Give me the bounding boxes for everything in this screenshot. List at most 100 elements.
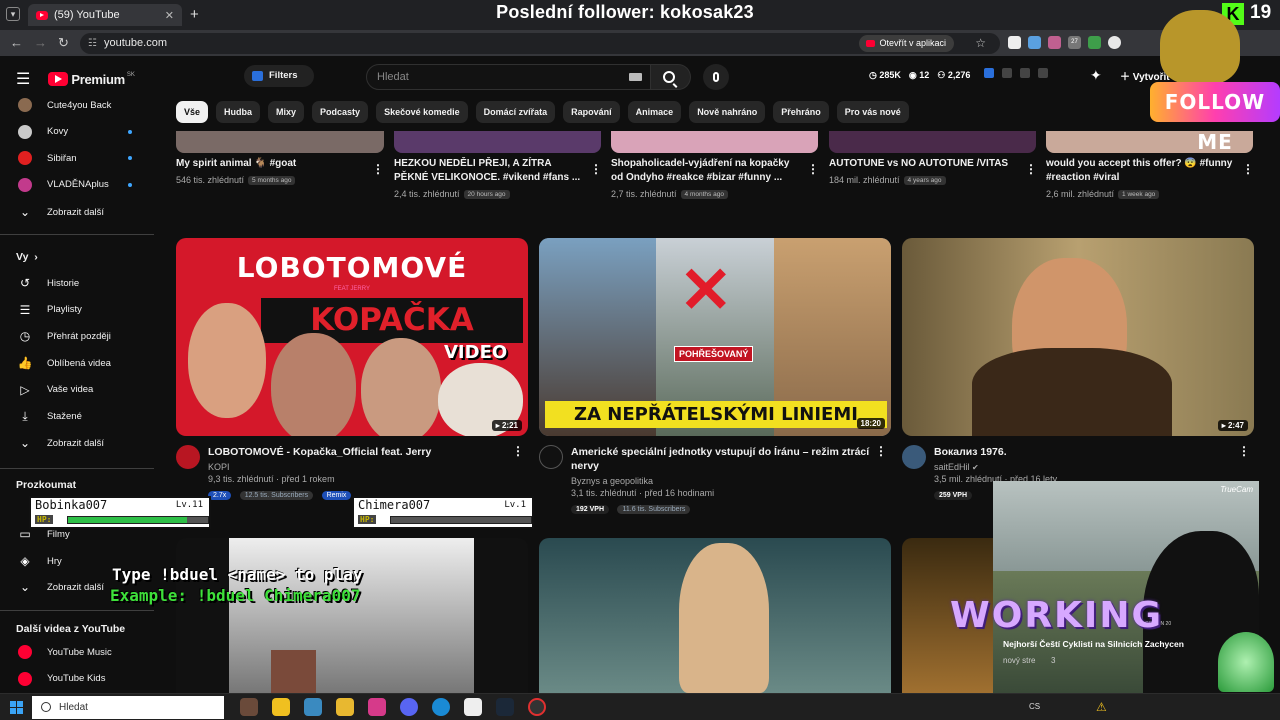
- instagram-icon[interactable]: [368, 698, 386, 716]
- video-title[interactable]: My spirit animal 🐐 #goat: [176, 157, 368, 171]
- video-title[interactable]: Вокализ 1976.: [934, 445, 1234, 459]
- chip-5[interactable]: Domácí zvířata: [475, 101, 556, 123]
- bulb-icon[interactable]: [1020, 68, 1030, 78]
- taskbar-search[interactable]: Hledat: [32, 696, 224, 719]
- forward-arrow-icon[interactable]: →: [34, 35, 47, 50]
- video-thumbnail[interactable]: LOBOTOMOVÉ FEAT JERRY KOPAČKA VIDEO ▸ 2:…: [176, 238, 528, 436]
- video-thumbnail[interactable]: [611, 131, 818, 153]
- chip-3[interactable]: Podcasty: [312, 101, 369, 123]
- video-card-top-row[interactable]: HEZKOU NEDĚLI PŘEJI, A ZÍTRA PĚKNÉ VELIK…: [394, 157, 586, 200]
- video-title[interactable]: HEZKOU NEDĚLI PŘEJI, A ZÍTRA PĚKNÉ VELIK…: [394, 157, 586, 185]
- video-card[interactable]: ✕ POHŘEŠOVANÝ ZA NEPŘÁTELSKÝMI LINIEMI 1…: [539, 238, 891, 514]
- chip-7[interactable]: Animace: [627, 101, 682, 123]
- more-actions-icon[interactable]: ⋮: [372, 162, 384, 176]
- sidebar-item-youtube-app[interactable]: YouTube Kids: [0, 666, 154, 692]
- sidebar-item-download[interactable]: ⤓ Stažené: [0, 404, 154, 430]
- capcut-icon[interactable]: [464, 698, 482, 716]
- chip-8[interactable]: Nově nahráno: [689, 101, 766, 123]
- more-actions-icon[interactable]: ⋮: [512, 444, 524, 458]
- obs-icon[interactable]: [528, 698, 546, 716]
- steam-icon[interactable]: [496, 698, 514, 716]
- video-thumbnail[interactable]: ▸ 2:47: [902, 238, 1254, 436]
- video-card-top-row[interactable]: would you accept this offer? 😨 #funny #r…: [1046, 157, 1238, 200]
- sidebar-show-more-subs[interactable]: ⌄ Zobrazit další: [0, 199, 154, 225]
- open-in-app-button[interactable]: Otevřít v aplikaci: [859, 35, 954, 52]
- chip-0[interactable]: Vše: [176, 101, 209, 123]
- video-title[interactable]: LOBOTOMOVÉ - Kopačka_Official feat. Jerr…: [208, 445, 508, 459]
- windows-start-icon[interactable]: [10, 701, 23, 714]
- video-title[interactable]: Shopaholicadel-vyjádření na kopačky od O…: [611, 157, 803, 185]
- taskbar-app-icon[interactable]: [240, 698, 258, 716]
- channel-avatar[interactable]: [176, 445, 200, 469]
- video-thumbnail[interactable]: [394, 131, 601, 153]
- sidebar-item-playlist[interactable]: ☰ Playlisty: [0, 297, 154, 323]
- extension-icon[interactable]: [1048, 36, 1061, 49]
- video-thumbnail[interactable]: ✕ POHŘEŠOVANÝ ZA NEPŘÁTELSKÝMI LINIEMI 1…: [539, 238, 891, 436]
- sidebar-subscription[interactable]: Sibiřan: [0, 145, 154, 171]
- channel-avatar[interactable]: [539, 445, 563, 469]
- video-card[interactable]: ▸ 2:47 Вокализ 1976. saitEdHil ✔ 3,5 mil…: [902, 238, 1254, 500]
- sidebar-subscription[interactable]: VLADĚNAplus: [0, 172, 154, 198]
- chip-9[interactable]: Přehráno: [773, 101, 829, 123]
- video-thumbnail[interactable]: [539, 538, 891, 693]
- chip-4[interactable]: Skečové komedie: [376, 101, 468, 123]
- chip-10[interactable]: Pro vás nové: [836, 101, 909, 123]
- sidebar-item-thumb-up[interactable]: 👍 Oblíbená videa: [0, 350, 154, 376]
- sidebar-item-clock[interactable]: ◷ Přehrát později: [0, 323, 154, 349]
- video-thumbnail[interactable]: [176, 538, 528, 693]
- address-bar[interactable]: ☷ youtube.com Otevřít v aplikaci ☆: [80, 33, 1000, 54]
- extension-icon[interactable]: [1028, 36, 1041, 49]
- sidebar-item-history[interactable]: ↺ Historie: [0, 270, 154, 296]
- extension-icon[interactable]: [1088, 36, 1101, 49]
- more-actions-icon[interactable]: ⋮: [590, 162, 602, 176]
- video-thumbnail[interactable]: [176, 131, 384, 153]
- extension-icon[interactable]: [1008, 36, 1021, 49]
- extension-badge-icon[interactable]: 27: [1068, 36, 1081, 49]
- chip-1[interactable]: Hudba: [216, 101, 261, 123]
- sidebar-subscription[interactable]: Cute4you Back: [0, 92, 154, 118]
- channel-name[interactable]: KOPI: [208, 462, 508, 472]
- video-title[interactable]: Americké speciální jednotky vstupují do …: [571, 445, 871, 473]
- warning-icon[interactable]: ⚠: [1096, 700, 1107, 714]
- discord-icon[interactable]: [400, 698, 418, 716]
- edge-icon[interactable]: [432, 698, 450, 716]
- folder-icon[interactable]: [336, 698, 354, 716]
- more-actions-icon[interactable]: ⋮: [875, 444, 887, 458]
- sidebar-item-video[interactable]: ▷ Vaše videa: [0, 377, 154, 403]
- gift-icon[interactable]: ✦: [1090, 67, 1102, 84]
- video-card-top-row[interactable]: My spirit animal 🐐 #goat 546 tis. zhlédnu…: [176, 157, 368, 186]
- bookmark-star-icon[interactable]: ☆: [975, 33, 986, 54]
- site-info-icon[interactable]: ☷: [88, 33, 97, 54]
- extension-icon[interactable]: [984, 68, 994, 78]
- keyboard-language[interactable]: CS: [1029, 702, 1040, 711]
- reload-icon[interactable]: ↻: [58, 35, 69, 51]
- sidebar-item-youtube-app[interactable]: YouTube Music: [0, 639, 154, 665]
- keyboard-icon[interactable]: [629, 73, 642, 81]
- sparkle-icon[interactable]: [1038, 68, 1048, 78]
- list-icon[interactable]: [1002, 68, 1012, 78]
- channel-name[interactable]: Byznys a geopolitika: [571, 476, 871, 486]
- chip-6[interactable]: Rapování: [563, 101, 620, 123]
- taskbar-app-icon[interactable]: [272, 698, 290, 716]
- filters-button[interactable]: Filters: [244, 65, 314, 87]
- video-card[interactable]: LOBOTOMOVÉ FEAT JERRY KOPAČKA VIDEO ▸ 2:…: [176, 238, 528, 500]
- voice-search-button[interactable]: [703, 64, 729, 90]
- video-card-top-row[interactable]: Shopaholicadel-vyjádření na kopačky od O…: [611, 157, 803, 200]
- more-actions-icon[interactable]: ⋮: [807, 162, 819, 176]
- video-card-top-row[interactable]: AUTOTUNE vs NO AUTOTUNE /VITAS 184 mil. z…: [829, 157, 1021, 186]
- chip-2[interactable]: Mixy: [268, 101, 305, 123]
- more-actions-icon[interactable]: ⋮: [1242, 162, 1254, 176]
- extension-icon[interactable]: [1108, 36, 1121, 49]
- video-title[interactable]: AUTOTUNE vs NO AUTOTUNE /VITAS: [829, 157, 1021, 171]
- sidebar-subscription[interactable]: Kovy: [0, 119, 154, 145]
- search-button[interactable]: [651, 64, 691, 90]
- create-button[interactable]: ＋ Vytvořit: [1120, 68, 1170, 83]
- taskbar-app-icon[interactable]: [304, 698, 322, 716]
- more-actions-icon[interactable]: ⋮: [1238, 444, 1250, 458]
- sidebar-show-more-you[interactable]: ⌄ Zobrazit další: [0, 430, 154, 456]
- search-input[interactable]: Hledat: [366, 64, 651, 90]
- back-arrow-icon[interactable]: ←: [10, 35, 23, 50]
- channel-name[interactable]: saitEdHil ✔: [934, 462, 1234, 472]
- video-thumbnail[interactable]: [829, 131, 1036, 153]
- channel-avatar[interactable]: [902, 445, 926, 469]
